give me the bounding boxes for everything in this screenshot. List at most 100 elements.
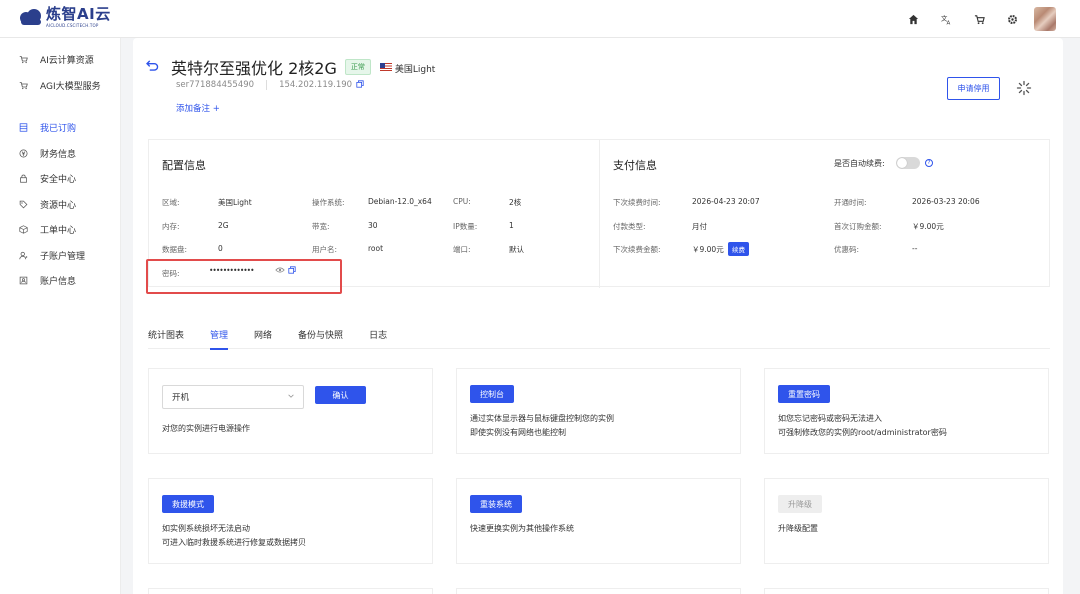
payment-value: ￥9.00元 [692,245,724,254]
payment-title: 支付信息 [613,159,657,172]
config-value: root [368,244,384,253]
confirm-button[interactable]: 确认 [315,386,366,404]
desc-line: 升降级配置 [778,524,818,533]
card-desc: 快速更换实例为其他操作系统 [470,522,574,536]
select-value: 开机 [172,393,190,403]
top-bar: 炼智AI云 AICLOUD.CSCITECH.TOP 文A [0,0,1080,38]
sidebar-item-label: 资源中心 [40,200,77,211]
sidebar-item-my-orders[interactable]: 我已订购 [0,115,120,141]
server-id: ser771884455490 [176,80,255,90]
config-label: IP数量: [453,222,478,231]
card-desc: 升降级配置 [778,522,818,536]
divider [266,80,268,90]
payment-value: 2026-04-23 20:07 [692,197,760,206]
card-desc: 如实例系统损坏无法启动 可进入临时救援系统进行修复或数据拷贝 [162,522,306,550]
password-highlight-box [146,259,342,294]
desc-line: 可进入临时救援系统进行修复或数据拷贝 [162,538,306,547]
card-partial [148,588,433,594]
cart-icon[interactable] [967,7,991,31]
card-desc: 通过实体显示器与鼠标键盘控制您的实例 即使实例没有网络也能控制 [470,412,614,440]
sidebar-item-ai-cloud[interactable]: AI云计算资源 [0,47,120,73]
settings-icon[interactable] [1000,7,1024,31]
config-label: 区域: [162,198,180,207]
config-value: 美国Light [218,198,252,207]
config-label: 内存: [162,222,180,231]
card-desc: 如您忘记密码或密码无法进入 可强制修改您的实例的root/administrat… [778,412,947,440]
console-button[interactable]: 控制台 [470,385,514,403]
tab-stats[interactable]: 统计图表 [148,328,184,349]
desc-line: 可强制修改您的实例的root/administrator密码 [778,428,947,437]
config-value: Debian-12.0_x64 [368,197,432,206]
payment-label: 下次续费金额: [613,245,661,254]
power-action-select[interactable]: 开机 [162,385,304,409]
tab-logs[interactable]: 日志 [369,328,387,349]
payment-label: 优惠码: [834,245,860,254]
main-content: 英特尔至强优化 2核2G 正常 美国Light ser771884455490 … [133,38,1063,594]
sidebar-item-sub-accounts[interactable]: 子账户管理 [0,243,120,269]
config-label: 数据盘: [162,245,188,254]
sidebar-item-label: AGI大模型服务 [40,81,101,92]
config-value: 2核 [509,198,522,207]
config-label: 端口: [453,245,471,254]
sidebar-item-finance[interactable]: 财务信息 [0,141,120,167]
payment-value: -- [912,244,918,253]
reinstall-button[interactable]: 重装系统 [470,495,522,513]
chevron-down-icon [287,392,295,402]
copy-icon[interactable] [356,80,364,90]
payment-value: ￥9.00元 [912,222,944,231]
add-note-link[interactable]: 添加备注 + [176,102,220,114]
config-value: 30 [368,221,378,230]
upgrade-card: 升降级 升降级配置 [764,478,1049,564]
config-title: 配置信息 [162,159,206,172]
region-label: 美国Light [394,64,436,75]
tab-manage[interactable]: 管理 [210,328,229,350]
sidebar-item-resources[interactable]: 资源中心 [0,192,120,218]
payment-value: 2026-03-23 20:06 [912,197,980,206]
config-label: CPU: [453,197,471,206]
reset-password-card: 重置密码 如您忘记密码或密码无法进入 可强制修改您的实例的root/admini… [764,368,1049,454]
svg-text:A: A [946,20,950,24]
payment-label: 付款类型: [613,222,646,231]
upgrade-button[interactable]: 升降级 [778,495,822,513]
sidebar-item-label: 我已订购 [40,124,77,135]
brand-logo[interactable]: 炼智AI云 AICLOUD.CSCITECH.TOP [18,6,111,28]
sidebar-item-label: AI云计算资源 [40,56,94,67]
id-card-icon [18,276,28,286]
payment-label: 开通时间: [834,198,867,207]
users-icon [18,250,28,260]
status-badge: 正常 [344,59,371,75]
cloud-logo-icon [18,6,42,28]
help-icon[interactable]: ? [925,159,933,167]
rescue-mode-button[interactable]: 救援模式 [162,495,214,513]
config-value: 2G [218,221,229,230]
console-card: 控制台 通过实体显示器与鼠标键盘控制您的实例 即使实例没有网络也能控制 [456,368,741,454]
cart-icon [18,80,28,90]
card-partial [456,588,741,594]
apply-stop-button[interactable]: 申请停用 [947,77,1000,100]
desc-line: 如您忘记密码或密码无法进入 [778,414,882,423]
reset-password-button[interactable]: 重置密码 [778,385,830,403]
tab-network[interactable]: 网络 [254,328,272,349]
sidebar-item-agi-model[interactable]: AGI大模型服务 [0,73,120,99]
tab-backup[interactable]: 备份与快照 [298,328,343,349]
desc-line: 如实例系统损坏无法启动 [162,524,250,533]
sidebar-item-account-info[interactable]: 账户信息 [0,268,120,294]
sidebar-item-security[interactable]: 安全中心 [0,166,120,192]
payment-label: 下次续费时间: [613,198,661,207]
tag-icon [18,199,28,209]
sidebar-item-tickets[interactable]: 工单中心 [0,217,120,243]
cart-icon [18,55,28,65]
home-icon[interactable] [901,7,925,31]
sidebar-item-label: 安全中心 [40,175,77,186]
lock-icon [18,174,28,184]
payment-label: 首次订购金额: [834,222,882,231]
desc-line: 快速更换实例为其他操作系统 [470,524,574,533]
renew-button[interactable]: 续费 [728,242,749,256]
ip-address: 154.202.119.190 [279,80,353,90]
avatar[interactable] [1034,7,1056,31]
translate-icon[interactable]: 文A [934,7,958,31]
back-icon[interactable] [146,59,159,75]
brand-tagline: AICLOUD.CSCITECH.TOP [46,22,99,28]
auto-renew-toggle[interactable] [896,157,920,169]
page-title: 英特尔至强优化 2核2G [171,59,337,78]
